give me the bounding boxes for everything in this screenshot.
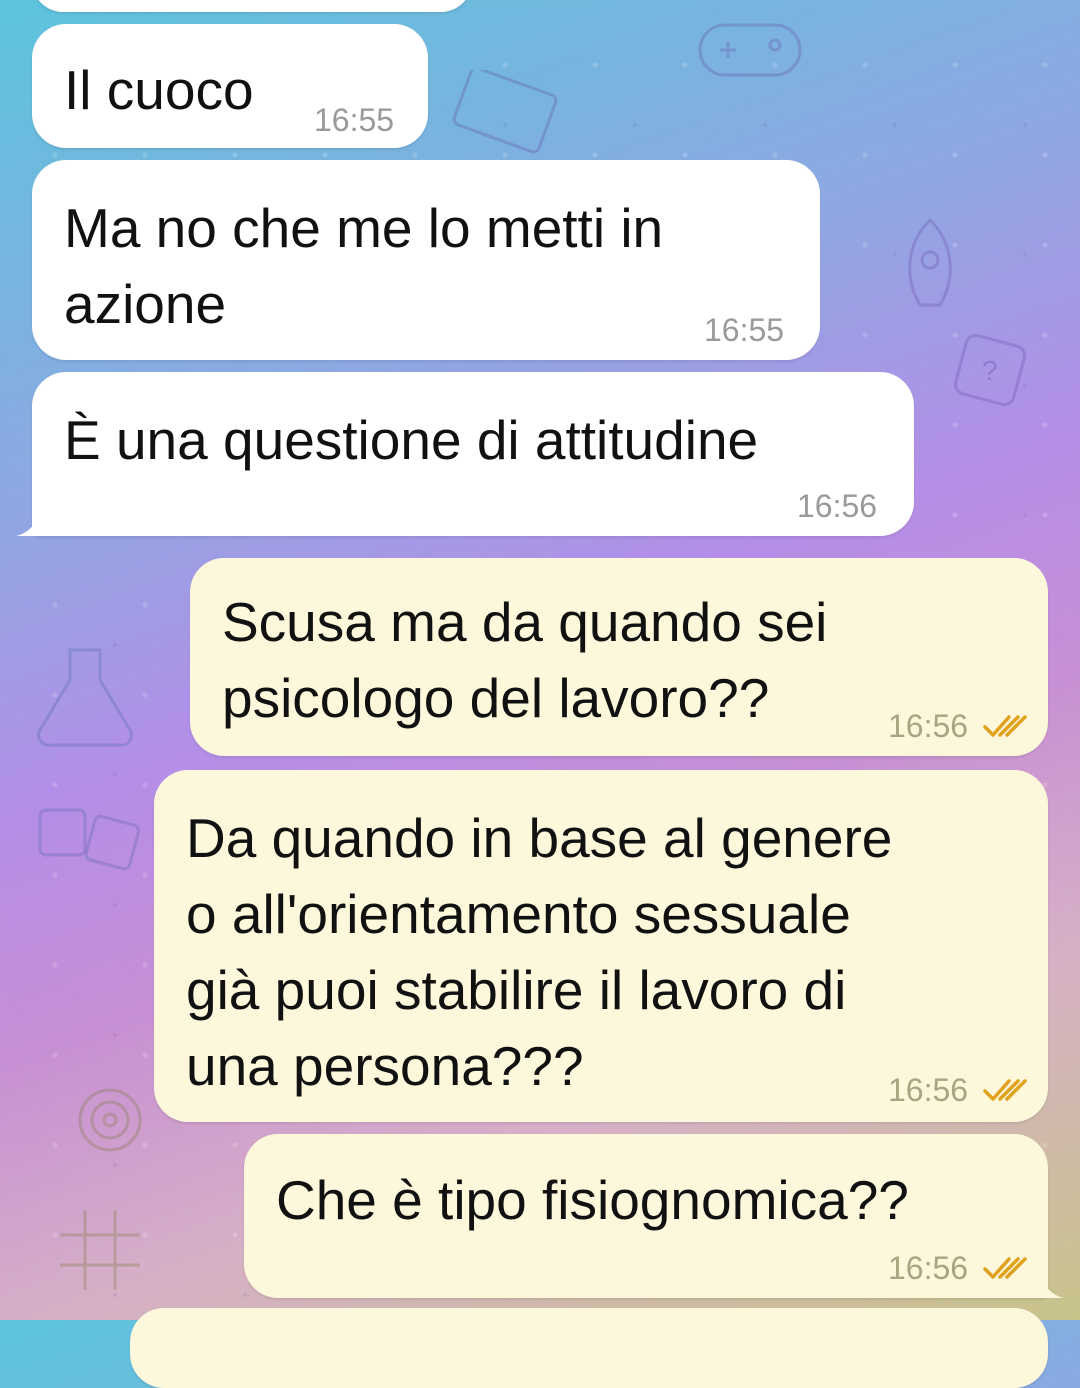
bubble-tail xyxy=(1034,1268,1064,1298)
game-box-doodle-icon xyxy=(450,70,560,160)
svg-text:?: ? xyxy=(982,355,998,386)
double-check-icon xyxy=(983,1257,1027,1279)
rocket-doodle-icon xyxy=(880,210,980,320)
message-bubble-outgoing[interactable]: Che è tipo fisiognomica?? 16:56 xyxy=(244,1134,1064,1298)
message-bubble[interactable]: Ma no che me lo metti in azione 16:55 xyxy=(32,160,820,360)
tic-tac-toe-doodle-icon xyxy=(50,1200,150,1300)
potion-doodle-icon xyxy=(20,640,150,760)
message-time: 16:56 xyxy=(888,1072,969,1108)
message-text: È una questione di attitudine xyxy=(64,409,759,471)
double-check-icon xyxy=(983,715,1027,737)
message-time: 16:55 xyxy=(314,102,395,138)
message-bubble-outgoing-partial-bottom[interactable] xyxy=(130,1308,1048,1388)
message-bubble-outgoing[interactable]: Scusa ma da quando sei psicologo del lav… xyxy=(190,558,1048,756)
message-text: Che è tipo fisiognomica?? xyxy=(276,1169,909,1231)
message-bubble[interactable]: È una questione di attitudine 16:56 xyxy=(16,372,914,536)
target-doodle-icon xyxy=(70,1080,150,1160)
dice-doodle-icon xyxy=(30,790,150,890)
message-text: Da quando in base al genere o all'orient… xyxy=(186,807,893,1097)
question-block-doodle-icon: ? xyxy=(950,330,1030,410)
message-bubble-outgoing[interactable]: Da quando in base al genere o all'orient… xyxy=(154,770,1048,1122)
message-time: 16:56 xyxy=(797,488,878,524)
bubble-tail xyxy=(16,506,46,536)
message-time: 16:56 xyxy=(888,708,969,744)
message-bubble-partial-top[interactable] xyxy=(32,0,472,12)
double-check-icon xyxy=(983,1079,1027,1101)
message-time: 16:56 xyxy=(888,1250,969,1286)
gamepad-doodle-icon xyxy=(690,10,810,90)
message-bubble[interactable]: Il cuoco 16:55 xyxy=(32,24,428,148)
message-text: Il cuoco xyxy=(64,59,254,121)
message-text: Scusa ma da quando sei psicologo del lav… xyxy=(222,591,828,729)
message-time: 16:55 xyxy=(704,312,785,348)
message-text: Ma no che me lo metti in azione xyxy=(64,197,664,335)
